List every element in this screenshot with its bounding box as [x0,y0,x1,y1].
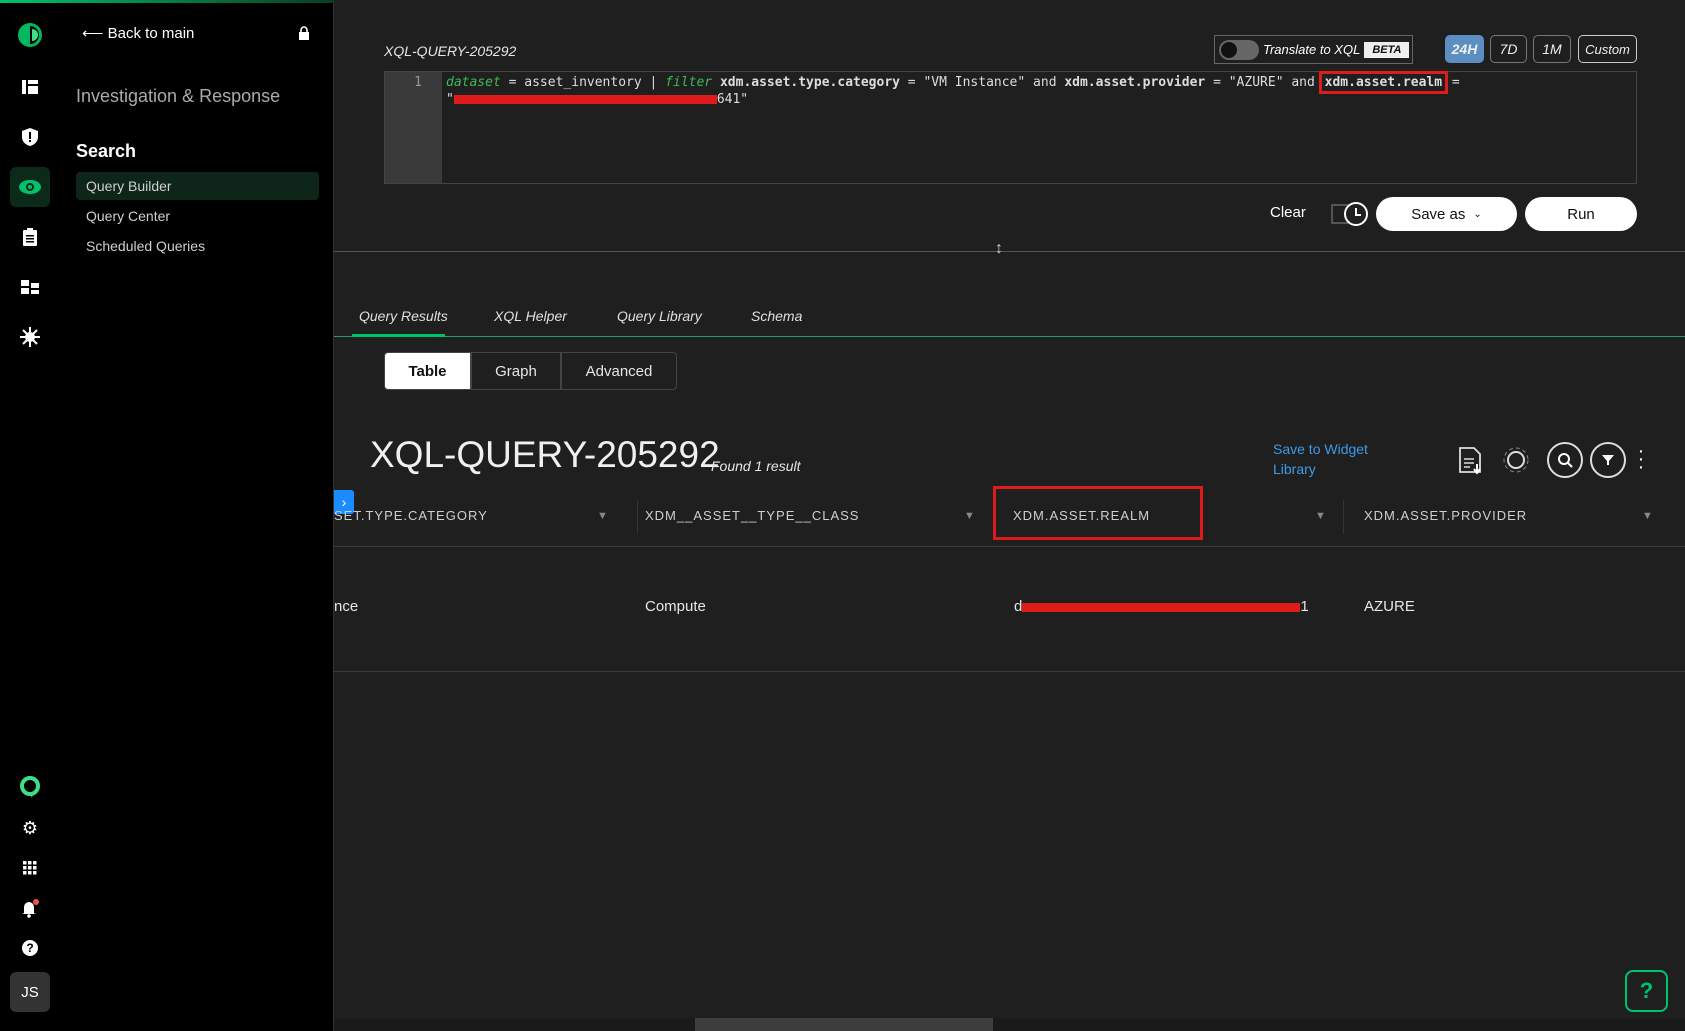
active-tab-indicator [352,334,445,337]
avatar-initials: JS [21,983,39,1001]
notifications-bell-icon[interactable] [10,888,50,928]
network-icon[interactable] [10,317,50,357]
cell-provider: AZURE [1364,598,1415,615]
tab-query-library[interactable]: Query Library [617,308,702,324]
results-count: Found 1 result [711,458,801,474]
group-title-search: Search [76,141,137,161]
realm-prefix: d [1014,598,1023,615]
query-line-2: " 641" [446,92,748,107]
cell-type-class: Compute [645,598,706,615]
user-avatar[interactable]: JS [10,972,50,1012]
realm-value-tail: 641" [716,92,749,107]
nav-item-query-builder[interactable]: Query Builder [76,172,319,200]
keyword-dataset: dataset [446,75,501,90]
more-options-icon[interactable]: · · · [1636,441,1646,477]
range-1m-button[interactable]: 1M [1533,35,1571,63]
tab-xql-helper[interactable]: XQL Helper [494,308,567,324]
query-text: = "AZURE" and [1205,75,1323,90]
results-title: XQL-QUERY-205292 [370,434,720,475]
search-icon[interactable] [1547,442,1583,478]
arrow-left-icon: ⟵ [82,25,108,42]
cell-type-category: nce [334,598,359,615]
nav-item-query-center[interactable]: Query Center [76,202,319,230]
scrollbar-thumb[interactable] [695,1018,993,1031]
column-header-type-class[interactable]: XDM__ASSET__TYPE__CLASS [645,508,859,523]
keyword-filter: filter [665,75,713,90]
column-filter-icon[interactable]: ▼ [597,510,608,522]
row-divider [334,671,1685,672]
horizontal-scrollbar[interactable] [334,1018,1685,1031]
query-text: = [1444,75,1460,90]
incidents-shield-icon[interactable] [10,117,50,157]
column-header-provider[interactable]: XDM.ASSET.PROVIDER [1364,508,1527,523]
quote: " [446,92,454,107]
investigation-eye-icon[interactable] [10,167,50,207]
toggle-switch[interactable] [1219,39,1259,60]
line-gutter: 1 [385,72,442,183]
column-filter-icon[interactable]: ▼ [1315,510,1326,522]
save-as-button[interactable]: Save as ⌄ [1376,197,1517,231]
field-provider: xdm.asset.provider [1064,75,1206,90]
svg-text:?: ? [26,941,33,955]
redaction-bar [453,95,717,104]
dashboard-icon[interactable] [10,67,50,107]
query-text: = "VM Instance" and [899,75,1065,90]
column-header-type-category[interactable]: SET.TYPE.CATEGORY [334,508,488,523]
clipboard-icon[interactable] [10,217,50,257]
back-to-main-link[interactable]: ⟵ Back to main [82,24,194,42]
column-separator[interactable] [1343,500,1344,534]
view-graph-button[interactable]: Graph [471,352,561,390]
query-name: XQL-QUERY-205292 [384,43,517,59]
save-as-label: Save as [1411,205,1466,223]
view-advanced-button[interactable]: Advanced [561,352,677,390]
column-filter-icon[interactable]: ▼ [964,510,975,522]
query-text: = asset_inventory | [500,75,666,90]
tab-query-results[interactable]: Query Results [359,308,448,324]
field-category: xdm.asset.type.category [712,75,900,90]
back-label: Back to main [107,25,195,42]
section-title: Investigation & Response [76,86,281,106]
column-header-realm[interactable]: XDM.ASSET.REALM [1013,508,1150,523]
save-to-widget-library-link[interactable]: Save to Widget Library [1273,439,1383,479]
tabs-underline [334,336,1685,337]
translate-to-xql-toggle[interactable]: Translate to XQL BETA [1214,35,1413,64]
realm-suffix: 1 [1300,598,1309,615]
field-realm-highlighted: xdm.asset.realm [1318,71,1449,94]
view-table-button[interactable]: Table [384,352,471,390]
chevron-down-icon: ⌄ [1473,208,1482,220]
top-accent-line [0,0,334,3]
resize-handle-icon[interactable]: ↕ [995,240,1003,258]
query-line-1: dataset = asset_inventory | filter xdm.a… [446,71,1460,94]
settings-gear-icon[interactable]: ⚙ [10,808,50,848]
export-file-icon[interactable] [1458,446,1484,481]
nav-item-scheduled-queries[interactable]: Scheduled Queries [76,232,319,260]
column-filter-icon[interactable]: ▼ [1642,510,1653,522]
panel-divider [334,251,1685,252]
range-24h-button[interactable]: 24H [1445,35,1484,63]
clear-button[interactable]: Clear [1270,204,1306,221]
beta-badge: BETA [1364,41,1410,58]
redaction-bar [1022,602,1301,612]
range-7d-button[interactable]: 7D [1490,35,1527,63]
cortex-assistant-icon[interactable] [10,767,50,807]
header-divider [334,546,1685,547]
filter-icon[interactable] [1590,442,1626,478]
range-custom-button[interactable]: Custom [1578,35,1637,63]
cell-realm: d1 [1014,598,1309,615]
help-icon[interactable]: ? [10,928,50,968]
query-editor[interactable]: 1 dataset = asset_inventory | filter xdm… [384,71,1637,184]
run-button[interactable]: Run [1525,197,1637,231]
schedule-calendar-clock-icon[interactable] [1330,200,1370,233]
tab-schema[interactable]: Schema [751,308,802,324]
assets-icon[interactable] [10,267,50,307]
help-chat-button[interactable]: ? [1625,970,1668,1012]
lock-icon[interactable] [298,26,310,45]
translate-label: Translate to XQL [1263,42,1361,57]
refresh-icon[interactable] [1502,446,1530,479]
cortex-logo-icon[interactable] [10,15,50,55]
column-separator[interactable] [637,500,638,534]
apps-grid-icon[interactable] [10,848,50,888]
